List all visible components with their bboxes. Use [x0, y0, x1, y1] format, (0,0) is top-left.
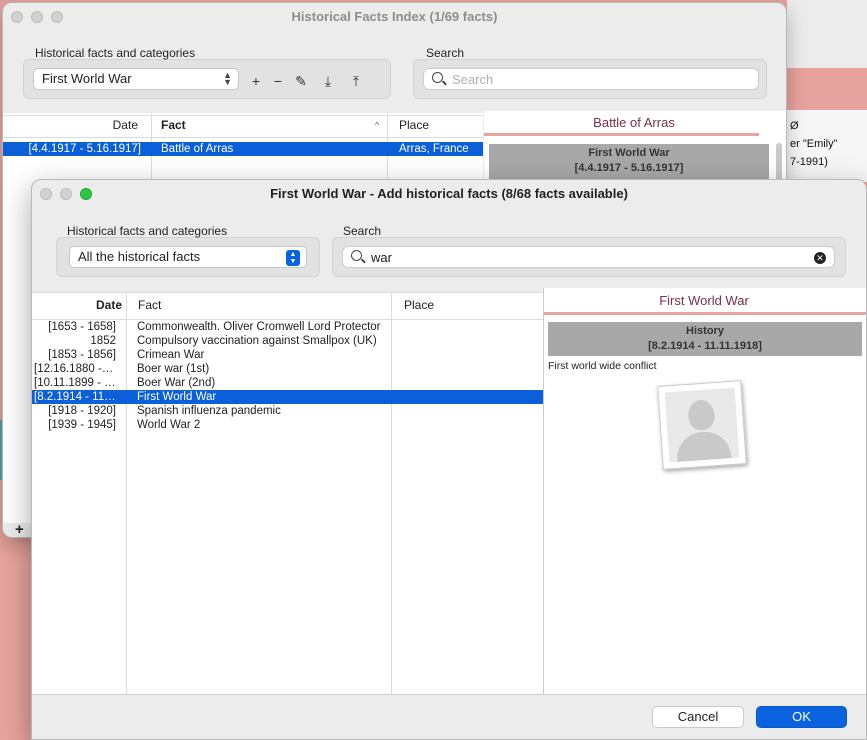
cancel-button[interactable]: Cancel	[652, 706, 744, 728]
index-column-fact[interactable]: Fact	[161, 113, 186, 137]
index-window-title: Historical Facts Index (1/69 facts)	[291, 9, 498, 24]
index-category-value: First World War	[42, 71, 132, 86]
index-detail-scrollbar[interactable]	[776, 143, 782, 183]
table-row[interactable]: [1653 - 1658] Commonwealth. Oliver Cromw…	[32, 320, 543, 334]
zoom-window-button[interactable]	[51, 11, 63, 23]
chevron-updown-icon: ▲ ▼	[223, 70, 232, 87]
add-categories-label: Historical facts and categories	[67, 224, 228, 238]
table-row[interactable]: [1939 - 1945] World War 2	[32, 418, 543, 432]
add-window-title: First World War - Add historical facts (…	[270, 186, 628, 201]
index-category-select[interactable]: First World War ▲ ▼	[33, 68, 239, 90]
index-search-label: Search	[426, 46, 465, 60]
import-icon[interactable]: ⤓	[320, 73, 336, 90]
add-column-date[interactable]: Date	[72, 293, 122, 317]
table-row[interactable]: [12.16.1880 - 3.23.1881] Boer war (1st)	[32, 362, 543, 376]
add-facts-table: Date ^ Fact Place [1653 - 1658] Commonwe…	[32, 292, 543, 695]
index-search-input[interactable]: Search	[423, 68, 759, 90]
add-search-value: war	[371, 250, 392, 265]
index-column-date[interactable]: Date	[93, 113, 138, 137]
add-category-select[interactable]: All the historical facts ▲ ▼	[69, 246, 307, 268]
sort-ascending-icon: ^	[116, 300, 121, 310]
add-category-value: All the historical facts	[78, 249, 201, 264]
add-detail-description: First world wide conflict	[548, 360, 657, 372]
export-icon[interactable]: ⤒	[348, 73, 364, 90]
add-window-titlebar: First World War - Add historical facts (…	[32, 180, 866, 208]
minimize-window-button[interactable]	[60, 188, 72, 200]
index-search-placeholder: Search	[452, 72, 494, 87]
person-silhouette-icon	[687, 399, 716, 431]
add-search-label: Search	[343, 224, 382, 238]
table-row[interactable]: [1853 - 1856] Crimean War	[32, 348, 543, 362]
background-text-3: 7-1991)	[790, 156, 828, 168]
index-categories-label: Historical facts and categories	[35, 46, 196, 60]
index-detail-card: First World War [4.4.1917 - 5.16.1917]	[489, 144, 769, 180]
table-row-selected[interactable]: [8.2.1914 - 11.11.1918] First World War	[32, 390, 543, 404]
close-window-button[interactable]	[40, 188, 52, 200]
table-row[interactable]: [1918 - 1920] Spanish influenza pandemic	[32, 404, 543, 418]
add-detail-title: First World War	[659, 293, 749, 308]
add-column-place[interactable]: Place	[404, 293, 434, 317]
add-detail-card: History [8.2.1914 - 11.11.1918]	[548, 322, 862, 356]
minimize-window-button[interactable]	[31, 11, 43, 23]
zoom-window-button[interactable]	[80, 188, 92, 200]
table-row[interactable]: [10.11.1899 - 5.31.1902] Boer War (2nd)	[32, 376, 543, 390]
add-column-fact[interactable]: Fact	[138, 293, 161, 317]
search-icon	[432, 72, 443, 83]
background-text-2: er "Emily"	[790, 138, 838, 150]
plus-icon[interactable]: +	[248, 73, 264, 89]
person-placeholder-photo	[657, 380, 747, 470]
index-window-titlebar: Historical Facts Index (1/69 facts)	[3, 3, 786, 31]
index-detail-title: Battle of Arras	[593, 115, 675, 130]
add-search-input[interactable]: war ✕	[342, 246, 835, 268]
ok-button[interactable]: OK	[756, 706, 847, 728]
table-row[interactable]: 1852 Compulsory vaccination against Smal…	[32, 334, 543, 348]
background-text-1: Ø	[790, 120, 799, 132]
close-window-button[interactable]	[11, 11, 23, 23]
add-facts-window: First World War - Add historical facts (…	[31, 179, 867, 740]
background-window-strip	[787, 0, 867, 68]
index-column-place[interactable]: Place	[399, 113, 429, 137]
add-fact-icon[interactable]: +	[15, 521, 24, 537]
minus-icon[interactable]: −	[270, 73, 286, 89]
pencil-icon[interactable]: ✎	[293, 73, 309, 90]
clear-search-icon[interactable]: ✕	[814, 252, 826, 264]
table-row[interactable]: [4.4.1917 - 5.16.1917] Battle of Arras A…	[3, 142, 483, 156]
chevron-updown-icon: ▲ ▼	[286, 250, 300, 266]
search-icon	[351, 250, 362, 261]
sort-ascending-icon: ^	[375, 120, 380, 130]
